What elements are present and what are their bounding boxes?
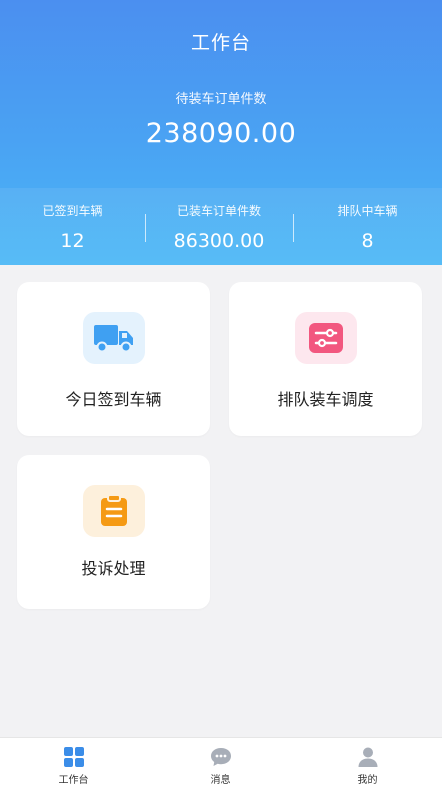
tab-label: 我的 [357,775,378,786]
stats-band: 已签到车辆 12 已装车订单件数 86300.00 排队中车辆 8 [0,188,442,265]
stat-value: 86300.00 [173,230,265,252]
grid-icon [63,747,84,767]
page-title: 工作台 [190,32,251,54]
clipboard-icon [82,485,145,537]
sliders-icon [294,312,357,364]
tab-label: 消息 [210,775,231,786]
stat-label: 已装车订单件数 [176,204,261,218]
card-today-signed-vehicles[interactable]: 今日签到车辆 [17,282,210,436]
tab-label: 工作台 [58,775,89,786]
stat-value: 8 [361,230,374,252]
stat-label: 已签到车辆 [42,204,103,218]
stat-queued-vehicles: 排队中车辆 8 [293,188,442,265]
chat-bubble-icon [210,748,231,766]
stat-value: 12 [60,230,85,252]
tab-messages[interactable]: 消息 [147,738,294,793]
header: 工作台 待装车订单件数 238090.00 已签到车辆 12 已装车订单件数 8… [0,0,442,265]
card-label: 今日签到车辆 [65,390,162,409]
tab-mine[interactable]: 我的 [294,738,441,793]
user-icon [358,747,377,767]
bottom-tab-bar: 工作台 消息 我的 [0,737,442,793]
pending-orders-label: 待装车订单件数 [175,92,267,107]
stat-signed-vehicles: 已签到车辆 12 [0,188,145,265]
stat-label: 排队中车辆 [337,204,398,218]
tab-workbench[interactable]: 工作台 [0,738,147,793]
card-label: 排队装车调度 [277,390,374,409]
pending-orders-value: 238090.00 [145,118,297,149]
card-complaint-handling[interactable]: 投诉处理 [17,455,210,609]
stat-loaded-orders: 已装车订单件数 86300.00 [145,188,293,265]
card-label: 投诉处理 [81,559,146,578]
truck-icon [82,312,145,364]
card-queue-loading-dispatch[interactable]: 排队装车调度 [229,282,422,436]
